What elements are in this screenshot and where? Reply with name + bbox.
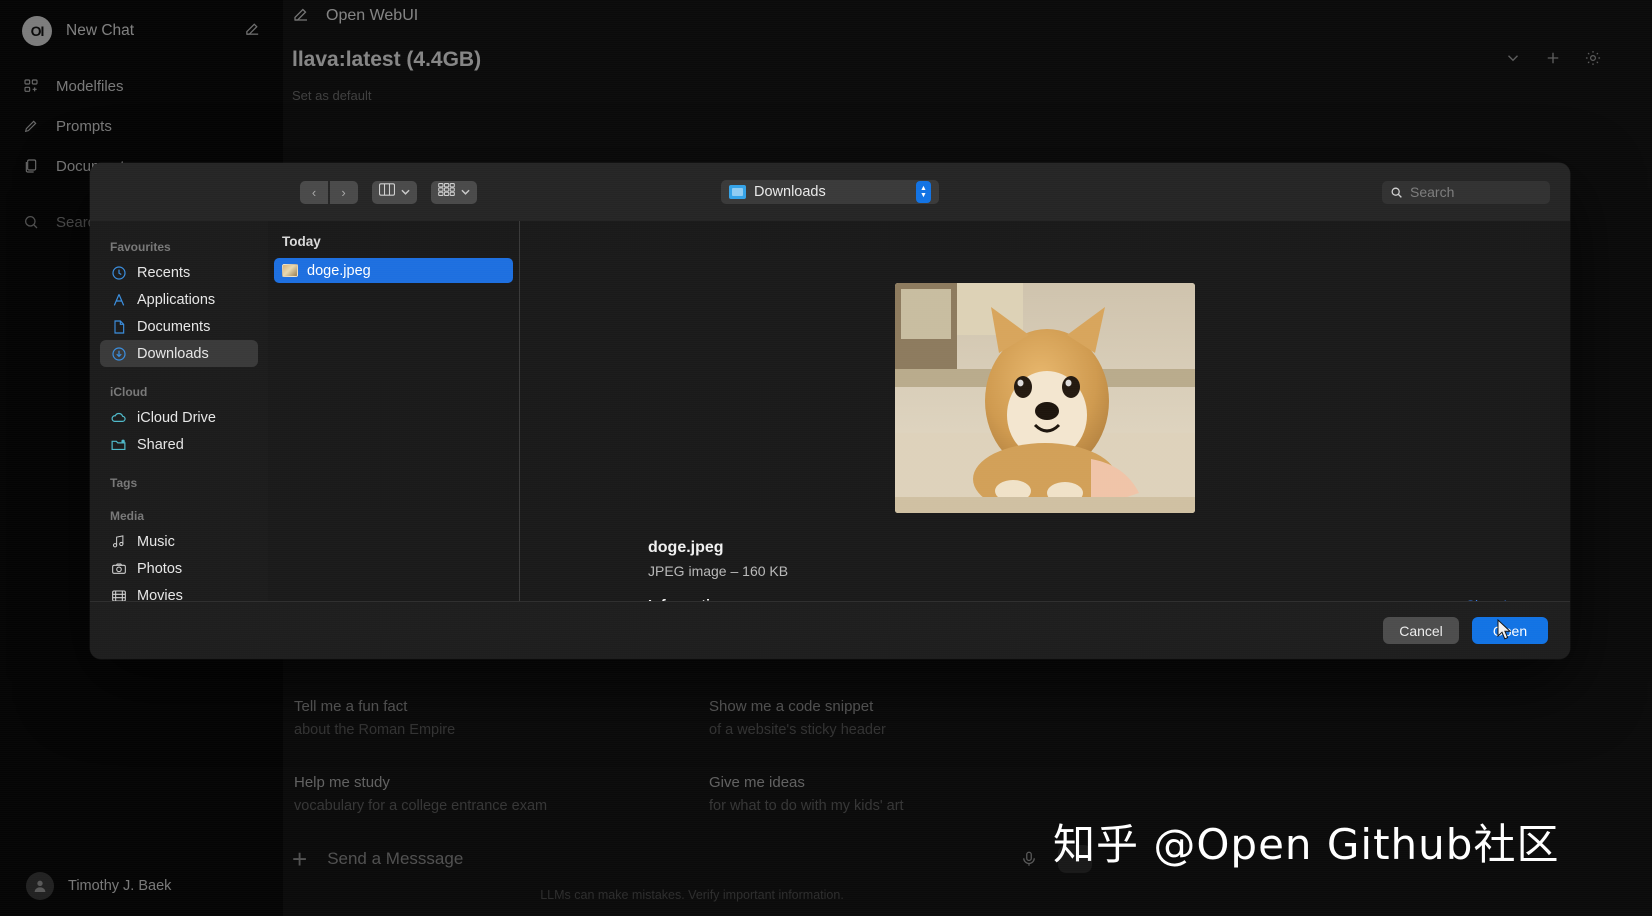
shared-folder-icon: [110, 436, 127, 453]
location-label: Downloads: [754, 184, 826, 200]
music-note-icon: [110, 533, 127, 550]
nav-buttons: ‹ ›: [300, 180, 358, 204]
back-button[interactable]: ‹: [300, 180, 328, 204]
sidebar-item-movies[interactable]: Movies: [100, 582, 258, 601]
sidebar-item-applications[interactable]: Applications: [100, 286, 258, 313]
sidebar-item-label: Music: [137, 533, 175, 550]
file-open-dialog: ‹ › Downloads ▲ ▼ Search Favourites Rece…: [90, 163, 1570, 659]
file-group-label: Today: [282, 234, 321, 249]
file-list-column: Today doge.jpeg: [268, 221, 520, 601]
view-mode-button[interactable]: [371, 180, 417, 204]
sidebar-item-music[interactable]: Music: [100, 528, 258, 555]
forward-button[interactable]: ›: [329, 180, 358, 204]
sidebar-item-photos[interactable]: Photos: [100, 555, 258, 582]
dialog-search-placeholder: Search: [1410, 184, 1455, 200]
sidebar-section-title: iCloud: [110, 385, 148, 399]
sidebar-item-label: Movies: [137, 587, 183, 602]
location-popup-button[interactable]: Downloads ▲ ▼: [721, 180, 939, 204]
cancel-button[interactable]: Cancel: [1383, 617, 1459, 644]
screen: OI New Chat Modelfiles Prompts Search Ti…: [0, 0, 1652, 916]
dialog-search-input[interactable]: Search: [1382, 180, 1550, 204]
dialog-toolbar: ‹ › Downloads ▲ ▼ Search: [90, 163, 1570, 221]
sidebar-item-shared[interactable]: Shared: [100, 431, 258, 458]
file-name: doge.jpeg: [307, 262, 371, 279]
preview-file-kind: JPEG image – 160 KB: [648, 563, 789, 579]
sidebar-item-label: Downloads: [137, 345, 209, 362]
sidebar-section-title: Tags: [110, 476, 138, 490]
film-icon: [110, 587, 127, 601]
file-preview-pane: doge.jpeg JPEG image – 160 KB Informatio…: [520, 221, 1570, 644]
sidebar-item-icloud-drive[interactable]: iCloud Drive: [100, 404, 258, 431]
sidebar-item-documents[interactable]: Documents: [100, 313, 258, 340]
camera-icon: [110, 560, 127, 577]
dialog-sidebar: Favourites Recents Applications Document…: [90, 221, 268, 601]
sidebar-item-label: iCloud Drive: [137, 409, 216, 426]
sidebar-item-label: Applications: [137, 291, 216, 308]
sidebar-section-title: Media: [110, 509, 145, 523]
preview-file-name: doge.jpeg: [648, 539, 724, 556]
folder-icon: [729, 185, 746, 199]
sidebar-item-label: Shared: [137, 436, 184, 453]
chevron-down-icon: [460, 187, 470, 197]
sidebar-section-title: Favourites: [110, 240, 171, 254]
chevron-down-icon: [400, 187, 410, 197]
sidebar-item-recents[interactable]: Recents: [100, 259, 258, 286]
file-list-item[interactable]: doge.jpeg: [274, 258, 513, 283]
column-view-icon: [378, 183, 395, 201]
download-icon: [110, 345, 127, 362]
cloud-icon: [110, 409, 127, 426]
dialog-footer: Cancel Open: [90, 601, 1570, 659]
image-thumbnail-icon: [282, 264, 298, 277]
dialog-body: Favourites Recents Applications Document…: [90, 221, 1570, 644]
grid-view-icon: [437, 183, 455, 201]
clock-icon: [110, 264, 127, 281]
search-icon: [1390, 186, 1403, 199]
sidebar-item-label: Photos: [137, 560, 183, 577]
sidebar-item-label: Documents: [137, 318, 211, 335]
sidebar-item-label: Recents: [137, 264, 191, 281]
sidebar-item-downloads[interactable]: Downloads: [100, 340, 258, 367]
watermark-text: 知乎 @Open Github社区: [1053, 820, 1560, 869]
preview-image: [895, 283, 1195, 513]
open-button[interactable]: Open: [1472, 617, 1548, 644]
applications-icon: [110, 291, 127, 308]
group-by-button[interactable]: [430, 180, 477, 204]
chevron-updown-icon: ▲ ▼: [916, 181, 931, 203]
document-icon: [110, 318, 127, 335]
